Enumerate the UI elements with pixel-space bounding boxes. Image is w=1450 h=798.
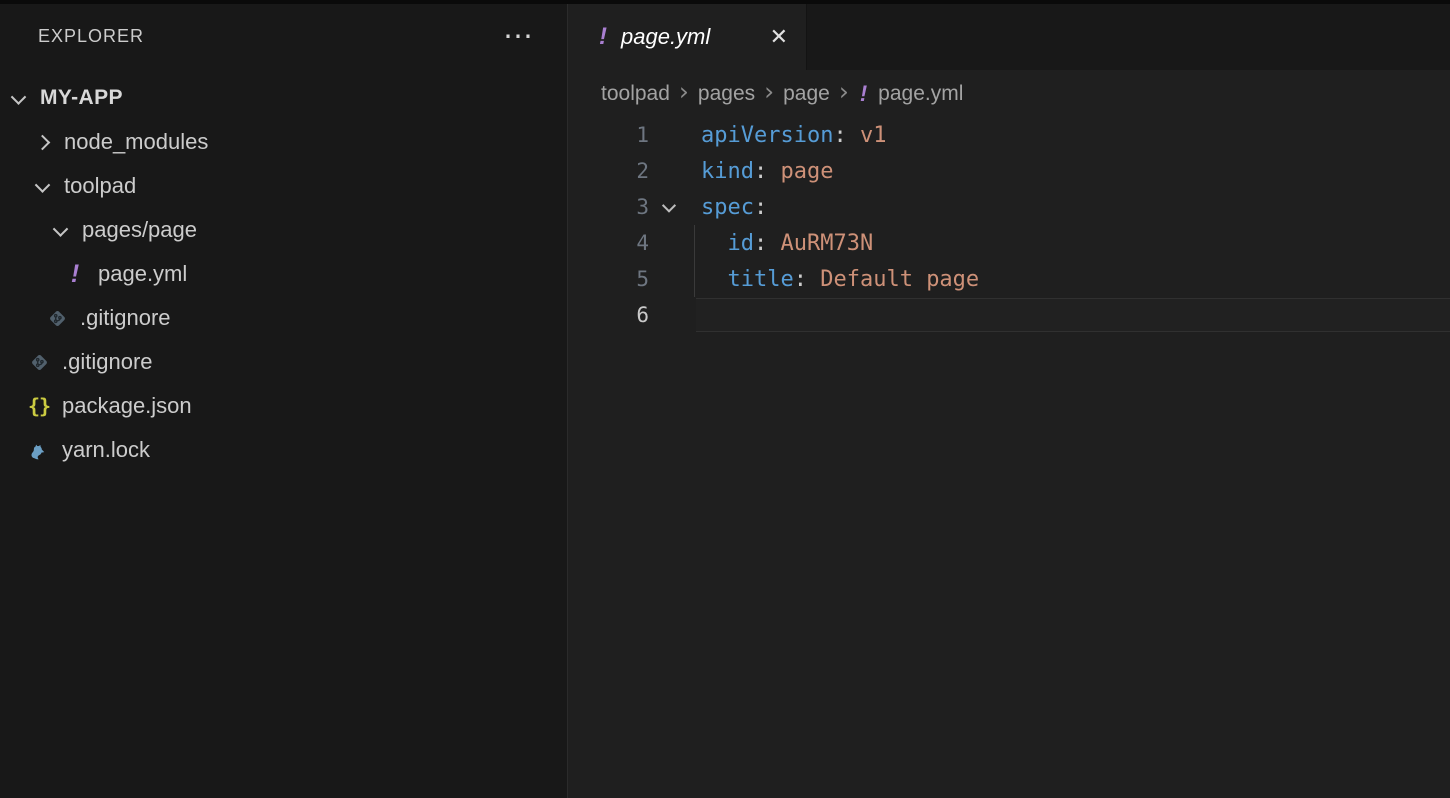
code-line-6[interactable]: 6 (568, 297, 1450, 333)
code-line-text: apiVersion: v1 (689, 123, 886, 148)
code-line-3[interactable]: 3 spec: (568, 189, 1450, 225)
line-number: 2 (568, 159, 649, 183)
tree-item-yarn-lock[interactable]: yarn.lock (0, 428, 567, 472)
tree-item-page-yml[interactable]: ! page.yml (0, 252, 567, 296)
yaml-warning-icon: ! (599, 25, 607, 49)
close-icon[interactable]: ✕ (768, 24, 790, 50)
line-number: 5 (568, 267, 649, 291)
yarn-icon (28, 438, 50, 462)
line-number: 6 (568, 303, 649, 327)
tree-item-label: package.json (62, 393, 192, 419)
tree-item-label: .gitignore (80, 305, 171, 331)
breadcrumb-item-pages[interactable]: pages (698, 82, 755, 106)
tab-title: page.yml (621, 24, 754, 50)
chevron-right-icon (34, 137, 50, 148)
file-tree: MY-APP node_modulestoolpad pages/page! page… (0, 76, 567, 472)
tab-page-yml[interactable]: ! page.yml ✕ (568, 0, 807, 70)
code-line-1[interactable]: 1 apiVersion: v1 (568, 117, 1450, 153)
yaml-warning-icon: ! (860, 83, 867, 105)
explorer-title: EXPLORER (38, 26, 144, 47)
breadcrumb-item-page[interactable]: page (783, 82, 830, 106)
tree-item-pages-page[interactable]: pages/page (0, 208, 567, 252)
breadcrumb-item-toolpad[interactable]: toolpad (601, 82, 670, 106)
code-line-4[interactable]: 4 id: AuRM73N (568, 225, 1450, 261)
tree-item-label: node_modules (64, 129, 208, 155)
tree-item-label: .gitignore (62, 349, 153, 375)
line-number: 3 (568, 195, 649, 219)
tree-item-label: toolpad (64, 173, 136, 199)
tree-item-label: yarn.lock (62, 437, 150, 463)
git-icon (28, 350, 50, 374)
more-actions-icon[interactable]: ⋯ (503, 29, 535, 44)
breadcrumb: toolpad › pages › page ›! page.yml (568, 70, 1450, 117)
git-icon (46, 306, 68, 330)
code-editor[interactable]: 1 apiVersion: v1 2 kind: page 3 spec: 4 id: Au… (568, 117, 1450, 798)
fold-chevron-icon[interactable] (649, 202, 689, 212)
window-top-border (0, 0, 1450, 4)
code-line-2[interactable]: 2 kind: page (568, 153, 1450, 189)
tree-item-package-json[interactable]: {} package.json (0, 384, 567, 428)
code-line-text: title: Default page (689, 267, 979, 292)
code-line-text: kind: page (689, 159, 833, 184)
tree-item-toolpad[interactable]: toolpad (0, 164, 567, 208)
chevron-right-icon: › (764, 79, 774, 104)
tab-bar: ! page.yml ✕ (568, 0, 1450, 70)
tree-item-gitignore[interactable]: .gitignore (0, 296, 567, 340)
tree-item-label: pages/page (82, 217, 197, 243)
explorer-header: EXPLORER ⋯ (0, 4, 567, 68)
tree-root-label: MY-APP (40, 86, 123, 110)
chevron-down-icon (10, 93, 26, 104)
vscode-window: EXPLORER ⋯ MY-APPnode_modulestoolpadpage… (0, 0, 1450, 798)
json-braces-icon: {} (28, 394, 50, 418)
line-number: 1 (568, 123, 649, 147)
code-line-5[interactable]: 5 title: Default page (568, 261, 1450, 297)
line-number: 4 (568, 231, 649, 255)
yaml-warning-icon: ! (64, 262, 86, 286)
tree-item-label: page.yml (98, 261, 187, 287)
tree-root-my-app[interactable]: MY-APP (0, 76, 567, 120)
tree-item-node-modules[interactable]: node_modules (0, 120, 567, 164)
chevron-right-icon: › (839, 79, 849, 104)
breadcrumb-item-page-yml[interactable]: page.yml (878, 82, 963, 106)
code-line-text: id: AuRM73N (689, 231, 873, 256)
tree-item-gitignore[interactable]: .gitignore (0, 340, 567, 384)
chevron-right-icon: › (679, 79, 689, 104)
chevron-down-icon (34, 181, 50, 192)
code-line-text: spec: (689, 195, 767, 220)
explorer-sidebar: EXPLORER ⋯ MY-APP node_modulestoolpad page… (0, 0, 568, 798)
chevron-down-icon (52, 225, 68, 236)
editor-area: ! page.yml ✕ toolpad › pages › page ›! page.ym… (568, 0, 1450, 798)
